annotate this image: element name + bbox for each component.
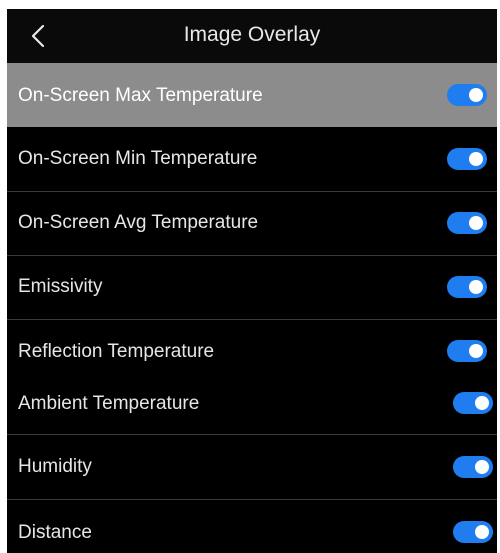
toggle-knob bbox=[469, 280, 483, 294]
page-title: Image Overlay bbox=[183, 23, 321, 46]
setting-row-avg-temperature[interactable]: On-Screen Avg Temperature bbox=[7, 192, 497, 255]
humidity-toggle[interactable] bbox=[453, 456, 493, 478]
toggle-knob bbox=[475, 460, 489, 474]
setting-row-ambient-temperature[interactable]: Ambient Temperature bbox=[7, 372, 497, 434]
setting-label: Reflection Temperature bbox=[18, 341, 215, 362]
image-overlay-screen: Image Overlay On-Screen Max Temperature … bbox=[7, 9, 497, 553]
reflection-temperature-toggle[interactable] bbox=[447, 340, 487, 362]
setting-label: On-Screen Min Temperature bbox=[18, 148, 258, 169]
toggle-knob bbox=[469, 152, 483, 166]
toggle-knob bbox=[475, 396, 489, 410]
toggle-knob bbox=[469, 216, 483, 230]
emissivity-toggle[interactable] bbox=[447, 276, 487, 298]
top-bar: Image Overlay bbox=[7, 9, 497, 63]
setting-label: Distance bbox=[18, 522, 92, 543]
setting-row-max-temperature[interactable]: On-Screen Max Temperature bbox=[7, 63, 497, 127]
setting-row-min-temperature[interactable]: On-Screen Min Temperature bbox=[7, 127, 497, 191]
setting-row-humidity[interactable]: Humidity bbox=[7, 435, 497, 499]
setting-label: Ambient Temperature bbox=[18, 393, 200, 414]
avg-temperature-toggle[interactable] bbox=[447, 212, 487, 234]
setting-row-emissivity[interactable]: Emissivity bbox=[7, 256, 497, 319]
toggle-knob bbox=[469, 344, 483, 358]
setting-row-distance[interactable]: Distance bbox=[7, 500, 497, 553]
setting-label: On-Screen Max Temperature bbox=[18, 85, 263, 106]
setting-label: Humidity bbox=[18, 456, 92, 477]
setting-label: Emissivity bbox=[18, 276, 103, 297]
toggle-knob bbox=[475, 525, 489, 539]
ambient-temperature-toggle[interactable] bbox=[453, 392, 493, 414]
max-temperature-toggle[interactable] bbox=[447, 84, 487, 106]
distance-toggle[interactable] bbox=[453, 521, 493, 543]
setting-row-reflection-temperature[interactable]: Reflection Temperature bbox=[7, 320, 497, 372]
setting-label: On-Screen Avg Temperature bbox=[18, 212, 259, 233]
min-temperature-toggle[interactable] bbox=[447, 148, 487, 170]
toggle-knob bbox=[469, 88, 483, 102]
